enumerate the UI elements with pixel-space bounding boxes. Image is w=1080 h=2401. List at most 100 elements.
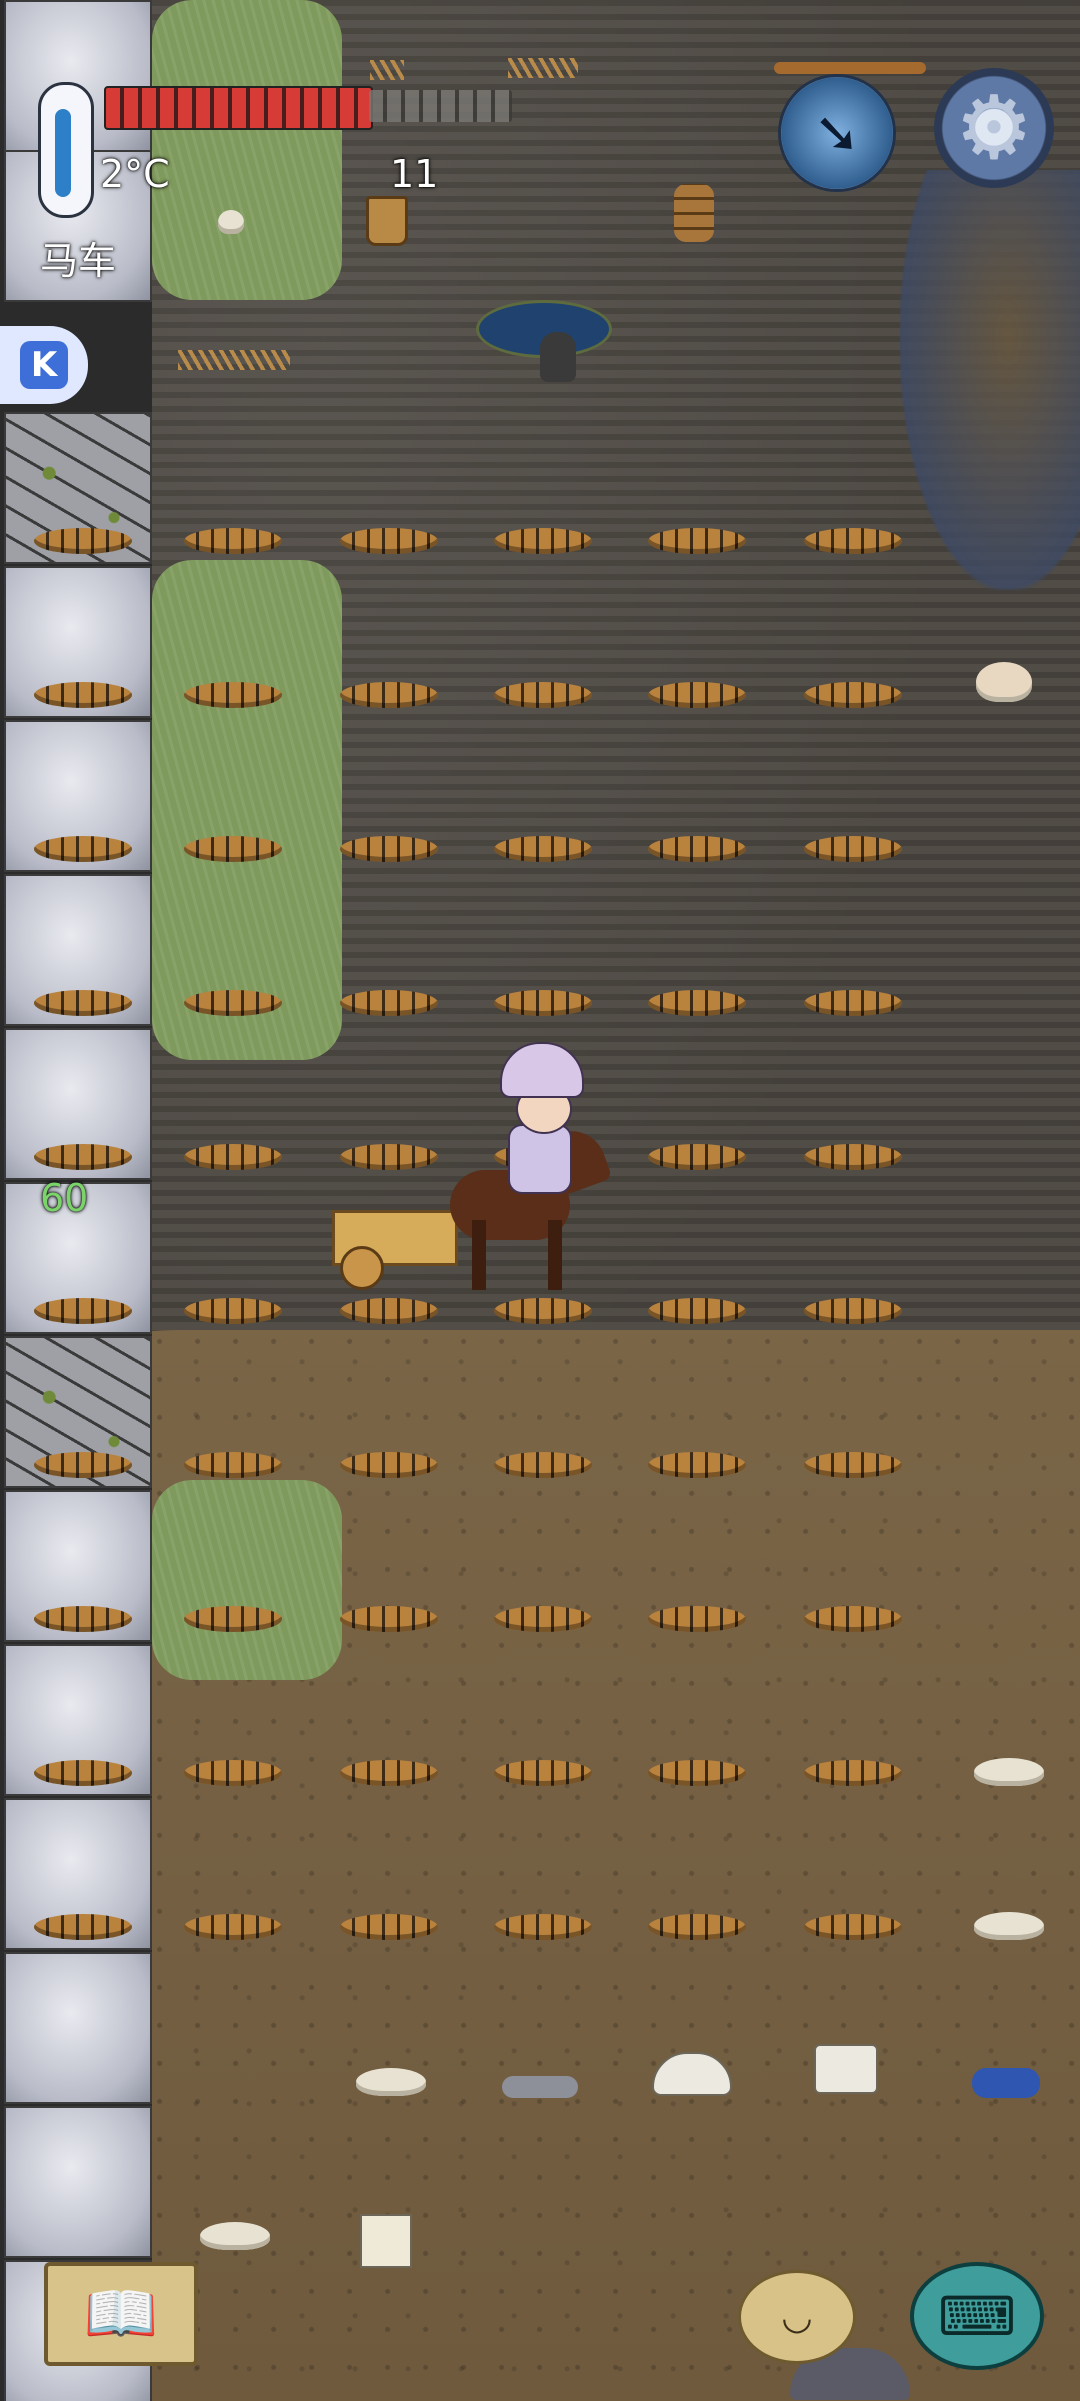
carrot-row-item[interactable] bbox=[184, 1452, 282, 1478]
carrot-row-item[interactable] bbox=[648, 1914, 746, 1940]
carrot-row-item[interactable] bbox=[648, 1144, 746, 1170]
carrot-row-item[interactable] bbox=[804, 836, 902, 862]
carrot-row-item[interactable] bbox=[494, 1760, 592, 1786]
carrot-row-item[interactable] bbox=[34, 1914, 132, 1940]
carrot-row-item[interactable] bbox=[804, 1144, 902, 1170]
carrot-row-item[interactable] bbox=[34, 1452, 132, 1478]
book-icon[interactable]: 📖 bbox=[44, 2262, 198, 2366]
stone-block bbox=[4, 1952, 152, 2104]
carrot-row-item[interactable] bbox=[184, 990, 282, 1016]
keyboard-icon[interactable]: ⌨ bbox=[910, 2262, 1044, 2370]
temperature-label: 2°C bbox=[100, 152, 170, 196]
kindling-pile[interactable] bbox=[508, 58, 578, 78]
fur-item[interactable] bbox=[502, 2076, 578, 2098]
carrot-row-item[interactable] bbox=[34, 1298, 132, 1324]
grass-patch bbox=[152, 1480, 342, 1680]
pants-item[interactable] bbox=[360, 2214, 412, 2268]
carrot-row-item[interactable] bbox=[34, 528, 132, 554]
carrot-row-item[interactable] bbox=[648, 1606, 746, 1632]
carrot-row-item[interactable] bbox=[340, 1760, 438, 1786]
kindling-pile[interactable] bbox=[178, 350, 290, 370]
carrot-row-item[interactable] bbox=[648, 836, 746, 862]
gear-icon[interactable]: ⚙ bbox=[934, 68, 1054, 188]
carrot-row-item[interactable] bbox=[340, 1606, 438, 1632]
carrot-row-item[interactable] bbox=[184, 528, 282, 554]
carrot-row-item[interactable] bbox=[648, 1298, 746, 1324]
carrot-row-item[interactable] bbox=[184, 1144, 282, 1170]
barrel-item[interactable] bbox=[674, 184, 714, 242]
carrot-row-item[interactable] bbox=[340, 990, 438, 1016]
grass-patch bbox=[152, 0, 342, 300]
carrot-row-item[interactable] bbox=[34, 1606, 132, 1632]
carrot-row-item[interactable] bbox=[34, 1144, 132, 1170]
carrot-row-item[interactable] bbox=[648, 1452, 746, 1478]
goose[interactable] bbox=[540, 332, 576, 382]
wool-item[interactable] bbox=[974, 1912, 1044, 1940]
carrot-row-item[interactable] bbox=[34, 1760, 132, 1786]
game-world[interactable] bbox=[0, 0, 1080, 2401]
side-app-button[interactable]: K bbox=[0, 326, 88, 404]
fps-counter: 60 bbox=[40, 1176, 89, 1220]
compass-icon[interactable]: ➘ bbox=[778, 74, 896, 192]
bucket-item[interactable] bbox=[366, 196, 408, 246]
carrot-row-item[interactable] bbox=[804, 1452, 902, 1478]
carrot-row-item[interactable] bbox=[494, 1452, 592, 1478]
carrot-row-item[interactable] bbox=[648, 682, 746, 708]
carrot-row-item[interactable] bbox=[648, 990, 746, 1016]
carrot-row-item[interactable] bbox=[340, 682, 438, 708]
blue-cloth-item[interactable] bbox=[972, 2068, 1040, 2098]
potato-face-icon[interactable]: ◡ bbox=[738, 2270, 856, 2364]
carrot-row-item[interactable] bbox=[494, 836, 592, 862]
carrot-row-item[interactable] bbox=[804, 1606, 902, 1632]
log[interactable] bbox=[774, 62, 926, 74]
fleece-item[interactable] bbox=[218, 210, 244, 234]
cart-wheel bbox=[340, 1246, 384, 1290]
carrot-row-item[interactable] bbox=[494, 1298, 592, 1324]
wool-item[interactable] bbox=[974, 1758, 1044, 1786]
top-hat-item[interactable] bbox=[814, 2044, 878, 2094]
horse-leg bbox=[548, 1220, 562, 1290]
carrot-row-item[interactable] bbox=[34, 990, 132, 1016]
carrot-row-item[interactable] bbox=[494, 990, 592, 1016]
player-body bbox=[508, 1124, 572, 1194]
carrot-row-item[interactable] bbox=[494, 528, 592, 554]
food-meter bbox=[104, 86, 373, 130]
carrot-row-item[interactable] bbox=[184, 1760, 282, 1786]
carrot-row-item[interactable] bbox=[494, 1914, 592, 1940]
carrot-row-item[interactable] bbox=[494, 682, 592, 708]
side-app-badge: K bbox=[20, 341, 68, 389]
carrot-row-item[interactable] bbox=[34, 836, 132, 862]
wool-item[interactable] bbox=[976, 662, 1032, 702]
carrot-row-item[interactable] bbox=[184, 1914, 282, 1940]
item-count-label: 11 bbox=[390, 152, 439, 196]
carrot-row-item[interactable] bbox=[804, 990, 902, 1016]
carrot-row-item[interactable] bbox=[804, 1298, 902, 1324]
carrot-row-item[interactable] bbox=[340, 528, 438, 554]
carrot-row-item[interactable] bbox=[340, 1298, 438, 1324]
wool-item[interactable] bbox=[200, 2222, 270, 2250]
carrot-row-item[interactable] bbox=[184, 836, 282, 862]
carrot-row-item[interactable] bbox=[804, 528, 902, 554]
food-meter-empty bbox=[369, 90, 512, 122]
player-hat bbox=[500, 1042, 584, 1098]
kindling-pile[interactable] bbox=[370, 60, 404, 80]
carrot-row-item[interactable] bbox=[648, 1760, 746, 1786]
carrot-row-item[interactable] bbox=[34, 682, 132, 708]
carrot-row-item[interactable] bbox=[184, 682, 282, 708]
player-horse-cart[interactable] bbox=[320, 1040, 660, 1290]
dry-soil-area bbox=[0, 1330, 1080, 2401]
carrot-row-item[interactable] bbox=[184, 1606, 282, 1632]
carrot-row-item[interactable] bbox=[340, 1914, 438, 1940]
thermometer-icon bbox=[38, 82, 94, 218]
wool-item[interactable] bbox=[356, 2068, 426, 2096]
carrot-row-item[interactable] bbox=[804, 1914, 902, 1940]
marsh-area bbox=[900, 170, 1080, 590]
carrot-row-item[interactable] bbox=[804, 1760, 902, 1786]
carrot-row-item[interactable] bbox=[340, 836, 438, 862]
carrot-row-item[interactable] bbox=[494, 1606, 592, 1632]
carrot-row-item[interactable] bbox=[648, 528, 746, 554]
grass-patch bbox=[152, 560, 342, 1060]
carrot-row-item[interactable] bbox=[804, 682, 902, 708]
carrot-row-item[interactable] bbox=[184, 1298, 282, 1324]
carrot-row-item[interactable] bbox=[340, 1452, 438, 1478]
